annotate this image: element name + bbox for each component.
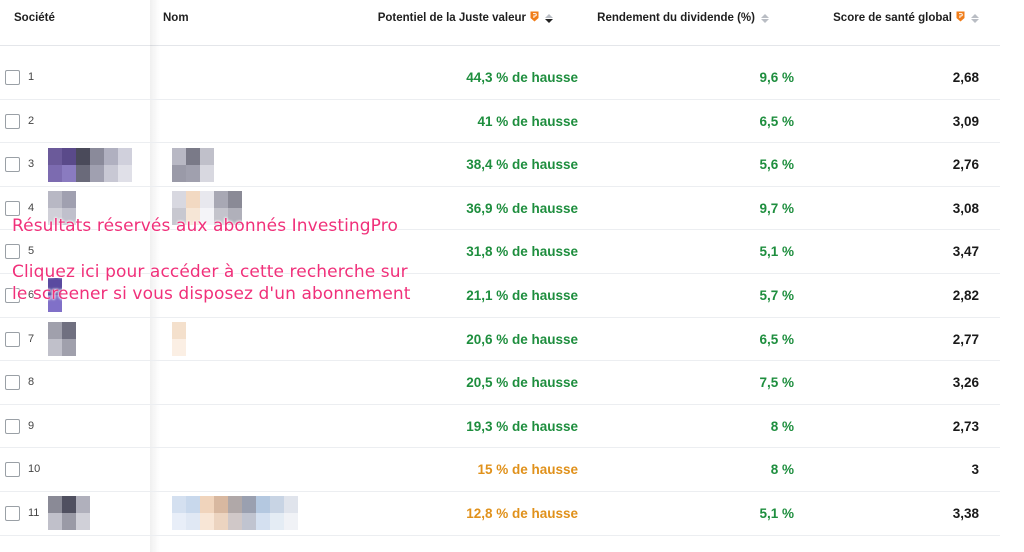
row-rank: 5 bbox=[28, 245, 35, 258]
column-header-label: Score de santé global bbox=[833, 12, 952, 24]
investingpro-icon bbox=[530, 11, 539, 22]
health-score: 3,38 bbox=[952, 505, 979, 521]
row-rank: 10 bbox=[28, 463, 41, 476]
redacted-company-name bbox=[172, 492, 298, 535]
dividend-yield: 7,5 % bbox=[759, 375, 794, 391]
dividend-yield: 5,1 % bbox=[759, 505, 794, 521]
pro-overlay-link-line2[interactable]: le screener si vous disposez d'un abonne… bbox=[12, 284, 411, 304]
table-row[interactable]: 7 20,6 % de hausse 6,5 % 2,77 bbox=[0, 318, 1000, 362]
fair-value-potential: 20,5 % de hausse bbox=[466, 375, 578, 391]
health-score: 3,09 bbox=[952, 113, 979, 129]
health-score: 3 bbox=[971, 462, 979, 478]
fair-value-potential: 12,8 % de hausse bbox=[466, 505, 578, 521]
health-score: 2,76 bbox=[952, 157, 979, 173]
row-checkbox[interactable] bbox=[5, 375, 20, 391]
pro-overlay-link-line1[interactable]: Cliquez ici pour accéder à cette recherc… bbox=[12, 262, 408, 282]
row-checkbox[interactable] bbox=[5, 70, 20, 85]
row-rank: 9 bbox=[28, 419, 35, 432]
column-header-label: Potentiel de la Juste valeur bbox=[377, 12, 526, 24]
column-header-dividend-yield[interactable]: Rendement du dividende (%) bbox=[597, 12, 769, 24]
health-score: 3,26 bbox=[952, 375, 979, 391]
table-row[interactable]: 9 19,3 % de hausse 8 % 2,73 bbox=[0, 405, 1000, 449]
row-rank: 7 bbox=[28, 332, 35, 345]
fair-value-potential: 31,8 % de hausse bbox=[466, 244, 578, 260]
row-rank: 3 bbox=[28, 158, 35, 171]
column-header-health-score[interactable]: Score de santé global bbox=[833, 11, 979, 24]
fair-value-potential: 38,4 % de hausse bbox=[466, 157, 578, 173]
table-row[interactable]: 1 44,3 % de hausse 9,6 % 2,68 bbox=[0, 56, 1000, 100]
dividend-yield: 9,7 % bbox=[759, 200, 794, 216]
sort-icon[interactable] bbox=[545, 13, 553, 23]
fair-value-potential: 21,1 % de hausse bbox=[466, 287, 578, 303]
row-checkbox[interactable] bbox=[5, 157, 20, 173]
health-score: 3,08 bbox=[952, 200, 979, 216]
row-rank: 2 bbox=[28, 114, 35, 127]
dividend-yield: 5,6 % bbox=[759, 157, 794, 173]
dividend-yield: 6,5 % bbox=[759, 113, 794, 129]
health-score: 2,68 bbox=[952, 70, 979, 85]
table-row[interactable]: 10 15 % de hausse 8 % 3 bbox=[0, 448, 1000, 492]
column-header-societe[interactable]: Société bbox=[14, 12, 55, 24]
row-checkbox[interactable] bbox=[5, 418, 20, 434]
dividend-yield: 9,6 % bbox=[759, 70, 794, 85]
row-rank: 11 bbox=[28, 506, 40, 519]
table-row[interactable]: 2 41 % de hausse 6,5 % 3,09 bbox=[0, 100, 1000, 144]
row-rank: 8 bbox=[28, 376, 35, 389]
column-header-label: Nom bbox=[163, 12, 189, 24]
table-row[interactable]: 8 20,5 % de hausse 7,5 % 3,26 bbox=[0, 361, 1000, 405]
sort-icon[interactable] bbox=[971, 13, 979, 23]
fair-value-potential: 15 % de hausse bbox=[477, 462, 578, 478]
row-checkbox[interactable] bbox=[5, 462, 20, 478]
row-checkbox[interactable] bbox=[5, 244, 20, 260]
fair-value-potential: 19,3 % de hausse bbox=[466, 418, 578, 434]
dividend-yield: 6,5 % bbox=[759, 331, 794, 347]
dividend-yield: 5,1 % bbox=[759, 244, 794, 260]
investingpro-icon bbox=[956, 11, 965, 22]
dividend-yield: 8 % bbox=[770, 462, 794, 478]
column-header-nom[interactable]: Nom bbox=[163, 12, 189, 24]
fair-value-potential: 36,9 % de hausse bbox=[466, 200, 578, 216]
dividend-yield: 8 % bbox=[770, 418, 794, 434]
redacted-company-logo bbox=[48, 143, 132, 186]
pro-overlay-title[interactable]: Résultats réservés aux abonnés Investing… bbox=[12, 216, 398, 236]
redacted-company-logo bbox=[48, 318, 76, 361]
dividend-yield: 5,7 % bbox=[759, 287, 794, 303]
fair-value-potential: 20,6 % de hausse bbox=[466, 331, 578, 347]
redacted-company-name bbox=[172, 318, 186, 361]
health-score: 2,82 bbox=[952, 287, 979, 303]
health-score: 2,77 bbox=[952, 331, 979, 347]
row-rank: 1 bbox=[28, 71, 35, 83]
health-score: 2,73 bbox=[952, 418, 979, 434]
column-header-label: Société bbox=[14, 12, 55, 24]
redacted-company-logo bbox=[48, 492, 90, 535]
health-score: 3,47 bbox=[952, 244, 979, 260]
row-checkbox[interactable] bbox=[5, 113, 20, 129]
row-checkbox[interactable] bbox=[5, 200, 20, 216]
table-row[interactable]: 11 12,8 % de hausse 5,1 % 3,38 bbox=[0, 492, 1000, 536]
fair-value-potential: 44,3 % de hausse bbox=[466, 70, 578, 85]
table-row[interactable]: 3 38,4 % de hausse 5,6 % 2,76 bbox=[0, 143, 1000, 187]
column-header-fair-value[interactable]: Potentiel de la Juste valeur bbox=[377, 11, 553, 24]
sort-icon[interactable] bbox=[761, 13, 769, 23]
row-checkbox[interactable] bbox=[5, 505, 20, 521]
row-rank: 4 bbox=[28, 201, 35, 214]
column-header-label: Rendement du dividende (%) bbox=[597, 12, 755, 24]
redacted-company-name bbox=[172, 143, 214, 186]
fair-value-potential: 41 % de hausse bbox=[477, 113, 578, 129]
row-checkbox[interactable] bbox=[5, 331, 20, 347]
